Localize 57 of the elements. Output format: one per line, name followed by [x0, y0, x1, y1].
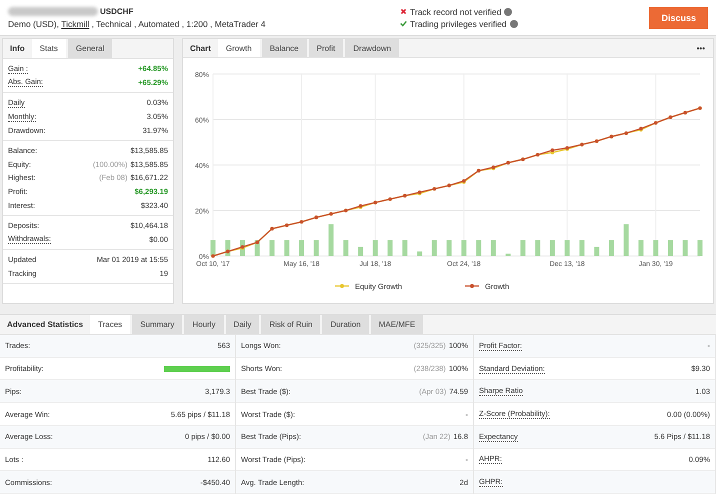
chart-bar: [284, 240, 290, 256]
chart-bar: [358, 246, 364, 256]
chart-bar: [388, 240, 393, 256]
point: [550, 148, 554, 152]
more-menu[interactable]: •••: [688, 39, 713, 57]
tab[interactable]: Balance: [262, 39, 307, 57]
account-details: Demo (USD), Tickmill , Technical , Automated , 1:200 , MetaTrader 4: [8, 18, 266, 28]
tab[interactable]: MAE/MFE: [370, 315, 424, 334]
chart-bar: [210, 240, 216, 256]
tab[interactable]: Summary: [132, 315, 182, 334]
panel-title: Advanced Statistics: [6, 319, 84, 331]
chart-bar: [638, 240, 644, 256]
verification-text: Trading privileges verified: [410, 18, 507, 28]
chart-bar: [314, 240, 319, 256]
chart-bar: [668, 240, 673, 256]
panel-title: Info: [9, 43, 26, 55]
tab[interactable]: Risk of Ruin: [261, 315, 320, 334]
tab[interactable]: Daily: [226, 315, 260, 334]
chart-bar: [579, 240, 584, 256]
chart-bar: [490, 240, 496, 256]
chart-bar: [550, 240, 555, 256]
chart-bar: [270, 240, 275, 256]
tab[interactable]: Profit: [308, 39, 344, 57]
tab[interactable]: Drawdown: [345, 39, 400, 57]
profitability-bar: [164, 366, 230, 372]
tab[interactable]: General: [68, 39, 112, 58]
chart-bar: [682, 240, 688, 256]
chart-bar: [608, 240, 614, 256]
tab[interactable]: Hourly: [184, 315, 224, 334]
chart-bar: [372, 240, 378, 256]
chart-bar: [520, 240, 526, 256]
chart-bar: [506, 254, 511, 256]
chart-bar: [653, 240, 658, 256]
symbol-title: USDCHF: [100, 6, 134, 16]
chart-bar: [476, 240, 482, 256]
chart-bar: [461, 240, 466, 256]
chart-bar: [299, 240, 304, 256]
tab[interactable]: Growth: [218, 39, 260, 57]
legend-marker: [465, 284, 479, 288]
chart-bar: [535, 240, 540, 256]
chart-bar: [417, 251, 422, 256]
chart-bar: [328, 224, 334, 256]
chart-bar: [624, 224, 629, 256]
tab[interactable]: Stats: [32, 39, 66, 58]
chart-bar: [446, 240, 452, 256]
legend-marker: [335, 284, 349, 288]
chart-bar: [402, 240, 408, 256]
verification-text: Track record not verified: [410, 6, 502, 16]
chart-bar: [594, 246, 600, 256]
chart-bar: [564, 240, 570, 256]
tab[interactable]: Traces: [90, 315, 130, 334]
tab[interactable]: Duration: [322, 315, 369, 334]
broker-link[interactable]: Tickmill: [61, 18, 90, 28]
chart-bar: [698, 240, 702, 256]
chart-bar: [343, 240, 348, 256]
panel-title: Chart: [189, 42, 212, 54]
chart-bar: [432, 240, 437, 256]
